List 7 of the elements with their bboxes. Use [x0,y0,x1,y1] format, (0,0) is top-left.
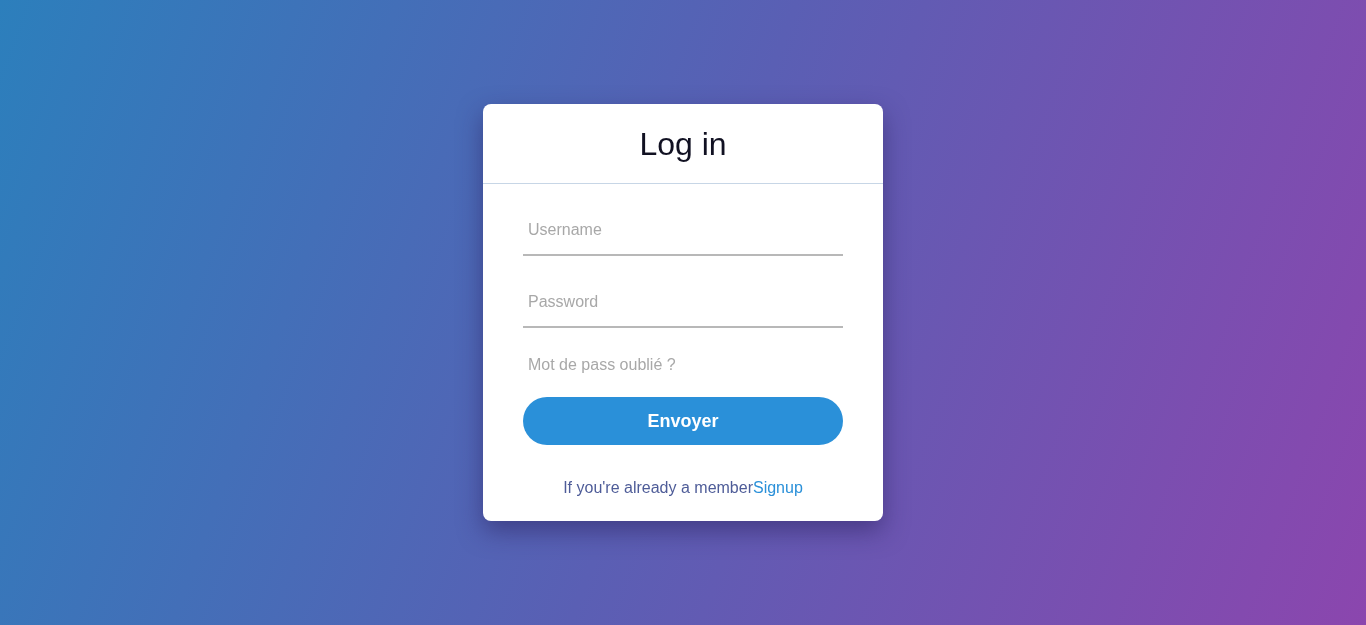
signup-link[interactable]: Signup [753,479,803,496]
password-field[interactable]: Password [523,278,843,328]
username-field[interactable]: Username [523,206,843,256]
forgot-password-link[interactable]: Mot de pass oublié ? [528,353,676,377]
card-title: Log in [639,124,727,164]
signup-prompt: If you're already a memberSignup [562,478,804,498]
submit-button[interactable]: Envoyer [523,397,843,445]
